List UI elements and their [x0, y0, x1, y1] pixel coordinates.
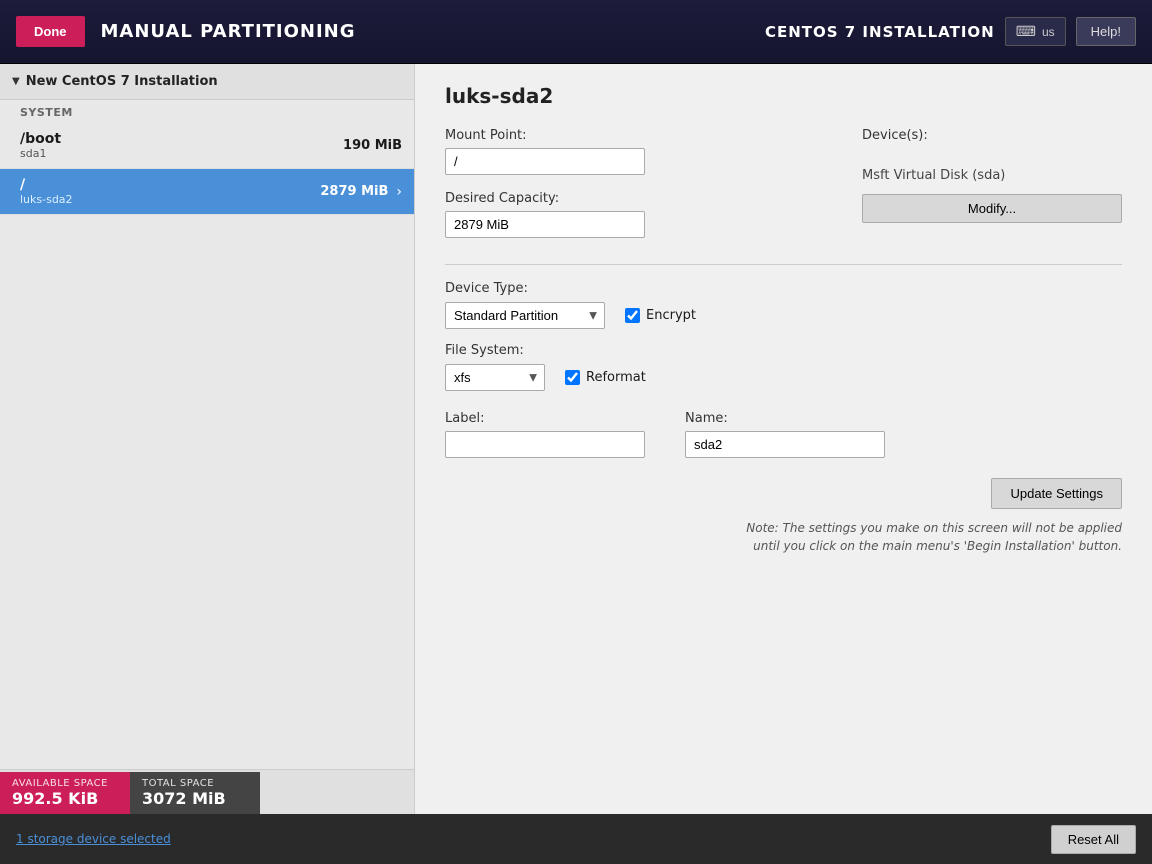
- encrypt-label: Encrypt: [646, 308, 696, 323]
- right-top: Mount Point: Desired Capacity: Device(s)…: [445, 128, 1122, 254]
- main-content: ▼ New CentOS 7 Installation SYSTEM /boot…: [0, 64, 1152, 814]
- filesystem-label-row: File System:: [445, 343, 1122, 358]
- available-space-block: AVAILABLE SPACE 992.5 KiB: [0, 772, 130, 814]
- partition-device-boot: sda1: [20, 147, 61, 160]
- reset-all-button[interactable]: Reset All: [1051, 825, 1136, 854]
- desired-capacity-group: Desired Capacity:: [445, 191, 832, 238]
- encrypt-checkbox-label[interactable]: Encrypt: [625, 308, 696, 323]
- partition-right-root: 2879 MiB ›: [320, 184, 402, 200]
- keyboard-icon: ⌨: [1016, 23, 1036, 40]
- partition-item-root[interactable]: / luks-sda2 2879 MiB ›: [0, 169, 414, 215]
- header-left: Done MANUAL PARTITIONING: [16, 16, 356, 47]
- right-top-right: Device(s): Msft Virtual Disk (sda) Modif…: [862, 128, 1122, 254]
- space-info-bar: AVAILABLE SPACE 992.5 KiB TOTAL SPACE 30…: [0, 772, 415, 814]
- total-space-label: TOTAL SPACE: [142, 778, 248, 789]
- available-space-label: AVAILABLE SPACE: [12, 778, 118, 789]
- name-group: Name:: [685, 411, 885, 458]
- partition-detail-title: luks-sda2: [445, 84, 1122, 108]
- filesystem-row: xfs ext4 ext3 ext2 swap vfat biosboot ▼ …: [445, 364, 1122, 391]
- device-type-row: Standard Partition LVM LVM Thin Provisio…: [445, 302, 1122, 329]
- partition-item-boot[interactable]: /boot sda1 190 MiB: [0, 123, 414, 169]
- reformat-checkbox-label[interactable]: Reformat: [565, 370, 646, 385]
- system-label: SYSTEM: [0, 100, 414, 123]
- total-space-value: 3072 MiB: [142, 789, 248, 808]
- name-field-label: Name:: [685, 411, 885, 426]
- footer-bar: 1 storage device selected Reset All: [0, 814, 1152, 864]
- reformat-label: Reformat: [586, 370, 646, 385]
- available-space-value: 992.5 KiB: [12, 789, 118, 808]
- label-group: Label:: [445, 411, 645, 458]
- done-button[interactable]: Done: [16, 16, 85, 47]
- label-name-row: Label: Name:: [445, 411, 1122, 458]
- chevron-right-icon: ›: [396, 184, 402, 200]
- header: Done MANUAL PARTITIONING CENTOS 7 INSTAL…: [0, 0, 1152, 64]
- desired-capacity-input[interactable]: [445, 211, 645, 238]
- mount-point-input[interactable]: [445, 148, 645, 175]
- keyboard-button[interactable]: ⌨ us: [1005, 17, 1066, 46]
- app-title: MANUAL PARTITIONING: [101, 21, 356, 42]
- partition-size-boot: 190 MiB: [343, 138, 402, 153]
- installation-title: New CentOS 7 Installation: [26, 74, 218, 89]
- partition-device-root: luks-sda2: [20, 193, 73, 206]
- partition-left-boot: /boot sda1: [20, 131, 61, 160]
- mount-point-group: Mount Point:: [445, 128, 832, 175]
- filesystem-select-wrapper: xfs ext4 ext3 ext2 swap vfat biosboot ▼: [445, 364, 545, 391]
- centos-title: CENTOS 7 INSTALLATION: [765, 23, 995, 41]
- partition-mount-boot: /boot: [20, 131, 61, 147]
- update-row: Update Settings Note: The settings you m…: [445, 478, 1122, 555]
- reformat-checkbox[interactable]: [565, 370, 580, 385]
- label-input[interactable]: [445, 431, 645, 458]
- filesystem-select[interactable]: xfs ext4 ext3 ext2 swap vfat biosboot: [445, 364, 545, 391]
- partition-mount-root: /: [20, 177, 73, 193]
- keyboard-lang: us: [1042, 25, 1055, 39]
- partition-right-boot: 190 MiB: [343, 138, 402, 153]
- modify-button[interactable]: Modify...: [862, 194, 1122, 223]
- right-panel: luks-sda2 Mount Point: Desired Capacity:…: [415, 64, 1152, 814]
- divider: [445, 264, 1122, 265]
- device-type-label: Device Type:: [445, 281, 528, 296]
- device-type-select[interactable]: Standard Partition LVM LVM Thin Provisio…: [445, 302, 605, 329]
- devices-group: Device(s): Msft Virtual Disk (sda) Modif…: [862, 128, 1122, 223]
- device-type-select-wrapper: Standard Partition LVM LVM Thin Provisio…: [445, 302, 605, 329]
- partition-left-root: / luks-sda2: [20, 177, 73, 206]
- label-field-label: Label:: [445, 411, 645, 426]
- desired-capacity-label: Desired Capacity:: [445, 191, 832, 206]
- file-system-label: File System:: [445, 343, 524, 358]
- storage-device-link[interactable]: 1 storage device selected: [16, 832, 171, 846]
- device-value: Msft Virtual Disk (sda): [862, 168, 1122, 183]
- name-input[interactable]: [685, 431, 885, 458]
- devices-label: Device(s):: [862, 128, 1122, 143]
- header-right: CENTOS 7 INSTALLATION ⌨ us Help!: [765, 17, 1136, 46]
- sidebar-header: ▼ New CentOS 7 Installation: [0, 64, 414, 100]
- note-text: Note: The settings you make on this scre…: [722, 519, 1122, 555]
- help-button[interactable]: Help!: [1076, 17, 1136, 46]
- partition-size-root: 2879 MiB: [320, 184, 388, 199]
- sidebar: ▼ New CentOS 7 Installation SYSTEM /boot…: [0, 64, 415, 814]
- expand-icon: ▼: [12, 76, 20, 87]
- total-space-block: TOTAL SPACE 3072 MiB: [130, 772, 260, 814]
- mount-point-label: Mount Point:: [445, 128, 832, 143]
- device-type-label-row: Device Type:: [445, 281, 1122, 296]
- encrypt-checkbox[interactable]: [625, 308, 640, 323]
- update-settings-button[interactable]: Update Settings: [991, 478, 1122, 509]
- right-top-left: Mount Point: Desired Capacity:: [445, 128, 832, 254]
